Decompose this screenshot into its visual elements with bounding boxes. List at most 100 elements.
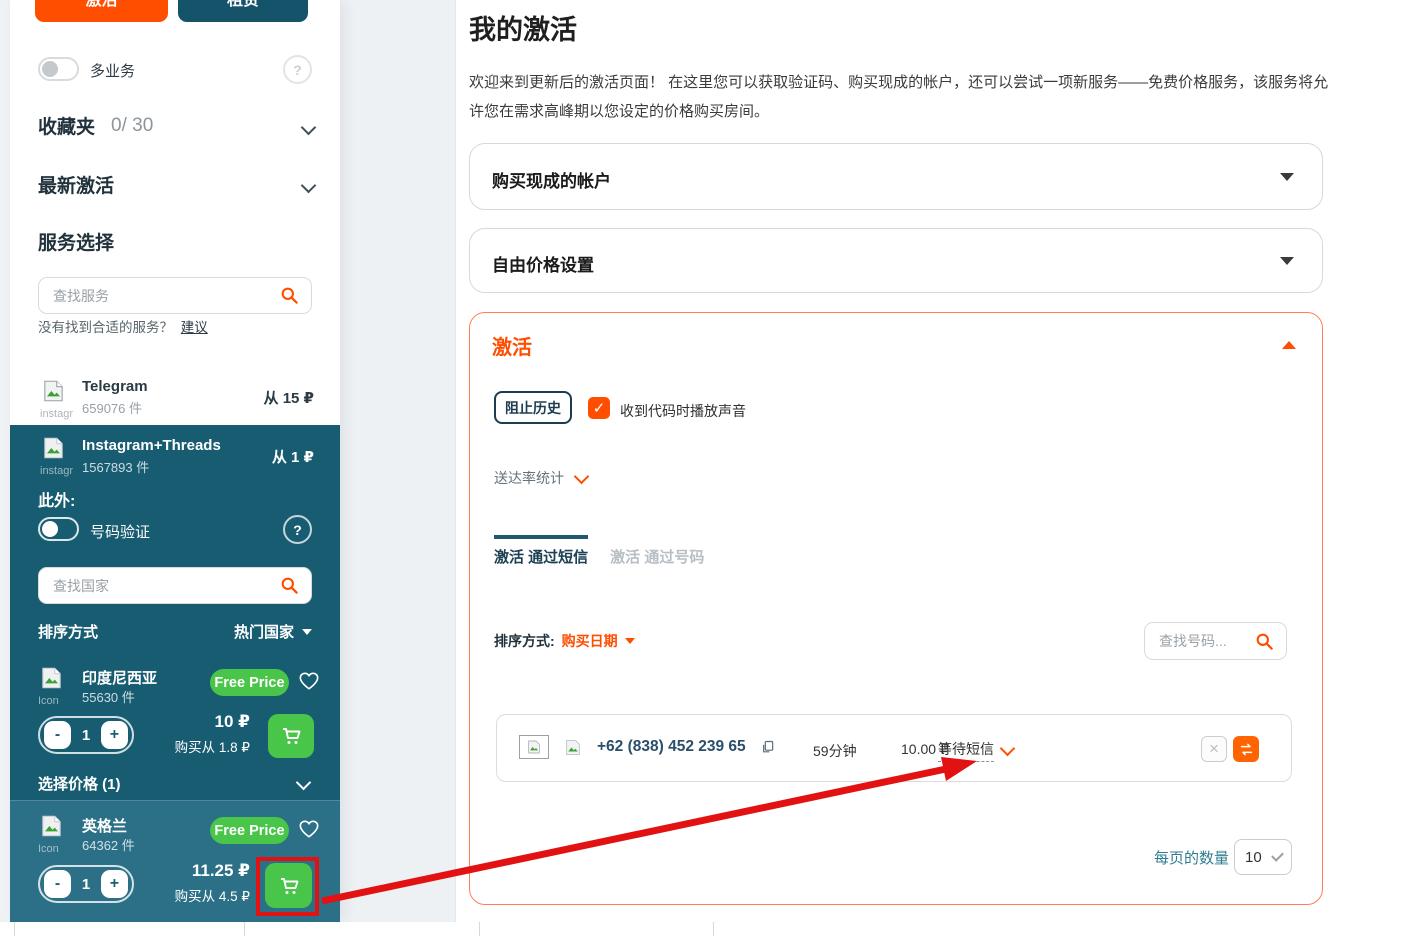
number-search-box[interactable] bbox=[1144, 622, 1287, 660]
service-name: Instagram+Threads bbox=[82, 437, 221, 454]
dropdown-arrow-icon bbox=[1280, 257, 1294, 265]
accordion-buy-accounts[interactable]: 购买现成的帐户 bbox=[469, 143, 1323, 210]
multi-service-label: 多业务 bbox=[90, 60, 135, 81]
per-page-select[interactable]: 10 bbox=[1234, 839, 1292, 875]
copy-icon[interactable] bbox=[760, 739, 776, 756]
country-sort-label: 排序方式 bbox=[38, 621, 98, 642]
free-price-badge[interactable]: Free Price bbox=[210, 669, 289, 696]
popular-countries-dropdown[interactable]: 热门国家 bbox=[234, 621, 312, 642]
service-row-telegram[interactable]: instagr Telegram 659076 件 从 15 ₽ bbox=[10, 372, 340, 424]
selected-service-panel: instagr Instagram+Threads 1567893 件 从 1 … bbox=[10, 425, 340, 922]
toggle-knob bbox=[42, 521, 58, 537]
service-price: 从 1 ₽ bbox=[272, 446, 314, 467]
broken-image-icon: instagr bbox=[40, 435, 80, 477]
dropdown-arrow-icon bbox=[625, 638, 635, 644]
sound-checkbox-label: 收到代码时播放声音 bbox=[620, 401, 746, 421]
country-buy-from: 购买从 4.5 ₽ bbox=[175, 885, 250, 905]
quantity-minus-button[interactable]: - bbox=[44, 870, 71, 898]
page-gutter bbox=[0, 0, 10, 922]
country-price: 11.25 ₽ bbox=[192, 861, 250, 881]
collapse-arrow-icon[interactable] bbox=[1282, 341, 1296, 349]
sound-checkbox[interactable]: ✓ bbox=[588, 397, 610, 419]
chevron-down-icon[interactable] bbox=[301, 120, 317, 136]
broken-image-icon: Icon bbox=[38, 665, 78, 709]
refresh-activation-button[interactable] bbox=[1233, 736, 1259, 762]
suggest-link[interactable]: 建议 bbox=[181, 320, 208, 335]
country-flag-placeholder bbox=[519, 735, 549, 759]
favorites-label: 收藏夹 bbox=[38, 112, 95, 139]
service-search-box[interactable] bbox=[38, 277, 312, 314]
icon-alt-text: instagr bbox=[40, 409, 80, 420]
rent-tab-button[interactable]: 租赁 bbox=[178, 0, 308, 22]
sort-dropdown[interactable]: 排序方式: 购买日期 bbox=[494, 631, 635, 651]
chevron-down-icon[interactable] bbox=[301, 178, 317, 194]
multi-service-toggle[interactable] bbox=[38, 57, 79, 81]
chevron-down-icon[interactable] bbox=[296, 775, 312, 791]
country-name: 英格兰 bbox=[82, 815, 127, 836]
toggle-knob bbox=[42, 61, 58, 77]
buy-cart-button[interactable] bbox=[268, 714, 314, 758]
heart-icon[interactable] bbox=[298, 819, 320, 839]
chevron-down-icon bbox=[1271, 849, 1284, 862]
service-search-input[interactable] bbox=[51, 287, 280, 305]
search-icon[interactable] bbox=[280, 576, 299, 595]
activation-section: 激活 阻止历史 ✓ 收到代码时播放声音 送达率统计 激活 通过短信 激活 通过号… bbox=[469, 312, 1323, 905]
broken-image-icon: Icon bbox=[38, 813, 78, 857]
check-icon: ✓ bbox=[593, 399, 606, 417]
footer-strip bbox=[0, 922, 1420, 936]
number-verification-label: 号码验证 bbox=[90, 521, 150, 542]
popular-countries-label: 热门国家 bbox=[234, 621, 294, 642]
search-icon[interactable] bbox=[1255, 632, 1274, 651]
per-page-label: 每页的数量 bbox=[1154, 847, 1229, 868]
latest-activations-label[interactable]: 最新激活 bbox=[38, 171, 114, 198]
quantity-stepper: - 1 + bbox=[38, 865, 134, 903]
sidebar: 激活 租赁 多业务 ? 收藏夹 0/ 30 最新激活 服务选择 没有找到合适的服… bbox=[10, 0, 340, 922]
no-service-text: 没有找到合适的服务？ bbox=[38, 320, 173, 335]
delivery-stats-toggle[interactable]: 送达率统计 bbox=[494, 468, 587, 488]
footer-divider bbox=[713, 922, 714, 936]
choose-price-label[interactable]: 选择价格 (1) bbox=[38, 773, 121, 794]
number-verification-toggle[interactable] bbox=[38, 517, 79, 541]
tab-activation-by-number[interactable]: 激活 通过号码 bbox=[610, 535, 704, 567]
quantity-plus-button[interactable]: + bbox=[101, 870, 128, 898]
refresh-icon bbox=[1238, 741, 1255, 758]
service-select-heading: 服务选择 bbox=[38, 228, 114, 255]
cancel-activation-button[interactable]: × bbox=[1201, 736, 1227, 762]
accordion-free-price[interactable]: 自由价格设置 bbox=[469, 228, 1323, 293]
page-title: 我的激活 bbox=[469, 8, 577, 47]
service-row-instagram-threads[interactable]: instagr Instagram+Threads 1567893 件 从 1 … bbox=[10, 429, 340, 481]
tab-activation-by-sms[interactable]: 激活 通过短信 bbox=[494, 535, 588, 567]
main-content: 我的激活 欢迎来到更新后的激活页面！ 在这里您可以获取验证码、购买现成的帐户，还… bbox=[455, 0, 1420, 922]
activation-title: 激活 bbox=[492, 331, 532, 360]
cart-icon bbox=[279, 724, 303, 748]
help-icon[interactable]: ? bbox=[283, 515, 312, 544]
search-icon[interactable] bbox=[280, 286, 299, 305]
activation-row: +62 (838) 452 239 65 59分钟 10.00 ₽ 等待短信 × bbox=[496, 714, 1292, 782]
chevron-down-icon bbox=[1000, 741, 1016, 757]
icon-alt-text: Icon bbox=[38, 844, 78, 855]
dropdown-arrow-icon bbox=[302, 629, 312, 635]
help-icon[interactable]: ? bbox=[283, 55, 312, 84]
footer-divider bbox=[244, 922, 245, 936]
besides-label: 此外: bbox=[38, 487, 75, 511]
activation-tab-button[interactable]: 激活 bbox=[35, 0, 168, 22]
heart-icon[interactable] bbox=[298, 671, 320, 691]
country-search-box[interactable] bbox=[38, 567, 312, 604]
number-search-input[interactable] bbox=[1157, 632, 1255, 650]
footer-divider bbox=[479, 922, 480, 936]
country-count: 64362 件 bbox=[82, 835, 135, 854]
status-badge: 等待短信 bbox=[938, 739, 994, 762]
service-name: Telegram bbox=[82, 378, 148, 395]
sidebar-main-gap bbox=[340, 0, 455, 922]
block-history-button[interactable]: 阻止历史 bbox=[494, 391, 572, 424]
icon-alt-text: instagr bbox=[40, 466, 80, 477]
quantity-plus-button[interactable]: + bbox=[101, 721, 128, 749]
country-price: 10 ₽ bbox=[215, 712, 250, 732]
favorites-section-header[interactable]: 收藏夹 0/ 30 bbox=[38, 112, 153, 139]
status-dropdown[interactable]: 等待短信 bbox=[938, 739, 1013, 762]
country-card-indonesia[interactable]: Icon 印度尼西亚 55630 件 Free Price - 1 + 10 ₽… bbox=[10, 659, 340, 769]
service-price: 从 15 ₽ bbox=[264, 387, 314, 408]
country-search-input[interactable] bbox=[51, 577, 280, 595]
free-price-badge[interactable]: Free Price bbox=[210, 817, 289, 844]
quantity-minus-button[interactable]: - bbox=[44, 721, 71, 749]
